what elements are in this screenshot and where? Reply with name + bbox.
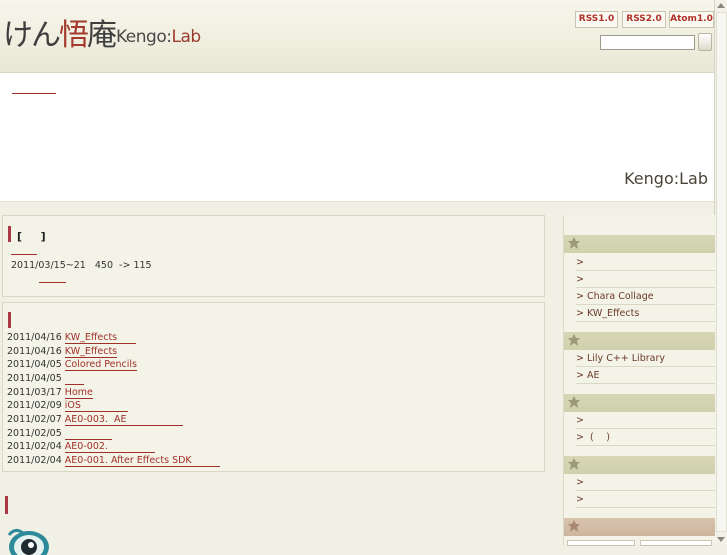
sidebar-input[interactable]	[567, 540, 635, 546]
list-item: 2011/03/17 Home	[7, 387, 93, 399]
search-input[interactable]	[600, 35, 695, 50]
leaf-icon	[568, 520, 580, 532]
notice-more-link[interactable]	[39, 272, 66, 283]
sidebar-item-lily-library[interactable]: > Lily C++ Library	[576, 351, 715, 367]
update-link[interactable]: KW_Effects	[64, 346, 118, 358]
update-link[interactable]: AE0-001. After Effects SDK	[64, 455, 221, 467]
update-link[interactable]	[64, 373, 84, 385]
update-link[interactable]: AE0-002.	[64, 441, 156, 453]
notice-box: [ ] 2011/03/15~21 450 -> 115	[2, 215, 545, 297]
update-link[interactable]: AE0-003. AE	[64, 414, 184, 426]
list-item: 2011/04/16 KW_Effects	[7, 346, 118, 358]
section-accent-bar	[5, 496, 8, 514]
sidebar-item[interactable]: >	[576, 272, 715, 288]
sidebar-item[interactable]: >	[576, 475, 715, 491]
banner-link[interactable]	[12, 84, 56, 94]
sidebar-section-header	[564, 235, 715, 253]
list-item: 2011/02/07 AE0-003. AE	[7, 414, 184, 426]
sidebar-item[interactable]: >	[576, 492, 715, 508]
update-link[interactable]: Home	[64, 387, 93, 399]
notice-link[interactable]	[11, 244, 37, 255]
update-link[interactable]	[64, 428, 113, 440]
sidebar-section-header	[564, 332, 715, 350]
recent-updates-box: 2011/04/16 KW_Effects 2011/04/16 KW_Effe…	[2, 302, 545, 472]
banner: Kengo:Lab	[0, 73, 714, 202]
page-scrollbar[interactable]	[714, 0, 727, 545]
sidebar-item-chara-collage[interactable]: > Chara Collage	[576, 289, 715, 305]
notice-heading: [ ]	[17, 230, 46, 243]
list-item: 2011/02/09 iOS	[7, 400, 129, 412]
sidebar-item-ae[interactable]: > AE	[576, 368, 715, 384]
leaf-icon	[568, 334, 580, 346]
notice-text: 2011/03/15~21 450 -> 115	[11, 260, 152, 271]
sidebar-item[interactable]: > ( )	[576, 430, 715, 446]
update-link[interactable]: iOS	[64, 400, 129, 412]
logo-japanese: けん悟庵	[3, 18, 117, 53]
sidebar-section-header	[564, 394, 715, 412]
atom-feed-button[interactable]: Atom1.0	[669, 11, 714, 28]
leaf-icon	[568, 396, 580, 408]
rss1-feed-button[interactable]: RSS1.0	[575, 11, 618, 28]
header: けん悟庵 Kengo:Lab RSS1.0 RSS2.0 Atom1.0	[0, 0, 714, 73]
leaf-icon	[568, 237, 580, 249]
sidebar-section-header	[564, 518, 715, 536]
section-accent-bar	[8, 312, 11, 328]
scroll-thumb[interactable]	[716, 12, 727, 532]
banner-title: Kengo:Lab	[624, 169, 708, 188]
section-accent-bar	[8, 226, 11, 242]
leaf-icon	[568, 458, 580, 470]
mascot-icon	[7, 528, 49, 555]
scroll-down-arrow-icon[interactable]	[717, 537, 725, 542]
logo-english: Kengo:Lab	[116, 27, 201, 47]
list-item: 2011/02/05	[7, 427, 113, 440]
list-item: 2011/04/16 KW_Effects	[7, 332, 137, 344]
update-link[interactable]: KW_Effects	[64, 332, 137, 344]
rss2-feed-button[interactable]: RSS2.0	[622, 11, 666, 28]
sidebar-input[interactable]	[640, 540, 712, 546]
list-item: 2011/04/05	[7, 372, 84, 385]
sidebar-section-header	[564, 456, 715, 474]
sidebar-item-kw-effects[interactable]: > KW_Effects	[576, 306, 715, 322]
sidebar: > > > Chara Collage > KW_Effects > Lily …	[563, 215, 715, 546]
list-item: 2011/04/05 Colored Pencils	[7, 359, 137, 371]
list-item: 2011/02/04 AE0-001. After Effects SDK	[7, 455, 221, 467]
sidebar-item[interactable]: >	[576, 413, 715, 429]
search-button[interactable]	[698, 33, 712, 51]
sidebar-item[interactable]: >	[576, 255, 715, 271]
scroll-up-arrow-icon[interactable]	[717, 3, 725, 8]
list-item: 2011/02/04 AE0-002.	[7, 441, 156, 453]
update-link[interactable]: Colored Pencils	[64, 359, 137, 371]
